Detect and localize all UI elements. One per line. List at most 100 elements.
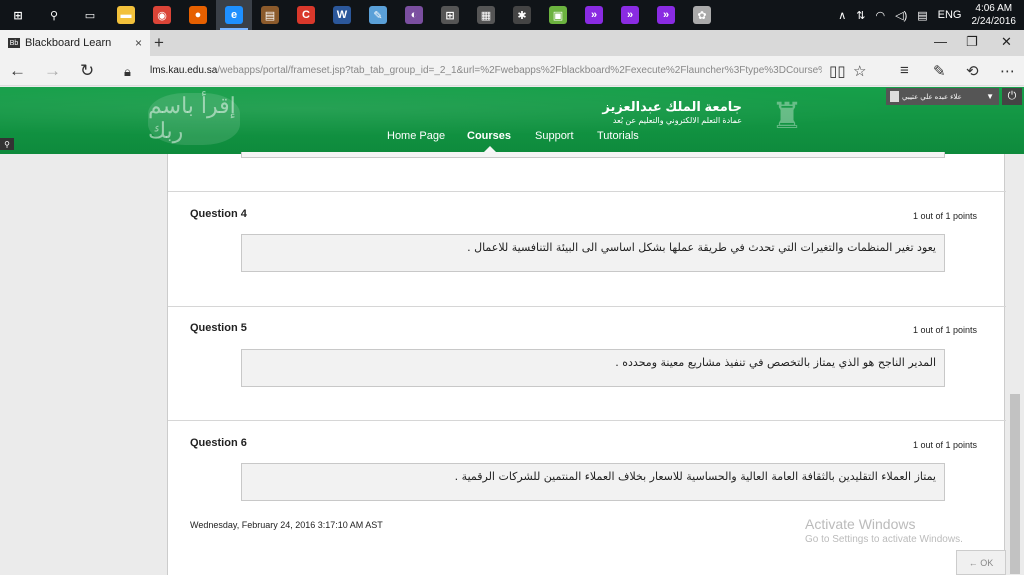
taskbar-item-app-green[interactable]: ▣: [540, 0, 576, 30]
question-5-text: المدير الناجح هو الذي يمتاز بالتخصص في ت…: [615, 356, 936, 369]
file-explorer-icon: ▬: [117, 6, 135, 24]
ok-button[interactable]: ← OK: [956, 550, 1006, 575]
taskbar-item-search[interactable]: ⚲: [36, 0, 72, 30]
language-indicator[interactable]: ENG: [938, 9, 962, 21]
tab-blackboard[interactable]: Bb Blackboard Learn ×: [0, 30, 150, 56]
taskbar-item-app-play-1[interactable]: »: [576, 0, 612, 30]
url-path: /webapps/portal/frameset.jsp?tab_tab_gro…: [217, 65, 822, 76]
question-5-title: Question 5: [190, 322, 247, 334]
tab-close-icon[interactable]: ×: [135, 36, 142, 50]
clock-time: 4:06 AM: [975, 3, 1013, 14]
taskbar-item-calculator[interactable]: ▦: [468, 0, 504, 30]
caret-down-icon: ▼: [986, 92, 994, 101]
test-results-content: Question 4 1 out of 1 points يعود تغير ا…: [167, 152, 1006, 575]
blackboard-header: إقرأ باسم ربك جامعة الملك عبدالعزيز عماد…: [0, 87, 1024, 154]
notepad-icon: ✎: [369, 6, 387, 24]
question-6-text: يمتاز العملاء التقليدين بالثقافة العامة …: [454, 470, 936, 483]
url-input[interactable]: lms.kau.edu.sa/webapps/portal/frameset.j…: [150, 65, 822, 76]
question-divider: [168, 191, 1006, 192]
question-5-box: المدير الناجح هو الذي يمتاز بالتخصص في ت…: [241, 349, 945, 387]
activate-windows-title: Activate Windows: [805, 516, 916, 532]
question-4-points: 1 out of 1 points: [912, 211, 977, 221]
taskbar-item-app-purple[interactable]: ◐: [396, 0, 432, 30]
question-6-points: 1 out of 1 points: [912, 440, 977, 450]
taskbar-item-app-paint[interactable]: ✿: [684, 0, 720, 30]
restore-button[interactable]: ❐: [966, 34, 978, 50]
taskbar-item-word[interactable]: W: [324, 0, 360, 30]
window-close-button[interactable]: ✕: [1001, 34, 1012, 50]
notification-icon[interactable]: ▤: [917, 9, 927, 22]
ccleaner-icon: C: [297, 6, 315, 24]
taskbar-item-app-pinwheel[interactable]: ✱: [504, 0, 540, 30]
network-icon[interactable]: ⇅: [856, 9, 865, 22]
web-note-icon[interactable]: ✎: [933, 62, 946, 80]
address-bar: ← → ↻ 🔒︎ lms.kau.edu.sa/webapps/portal/f…: [0, 56, 1024, 86]
volume-icon[interactable]: ◁): [895, 9, 907, 22]
minimize-button[interactable]: —: [934, 34, 947, 49]
nav-courses[interactable]: Courses: [467, 130, 511, 142]
app-play-icon-1: »: [585, 6, 603, 24]
share-icon[interactable]: ⟲: [966, 62, 979, 80]
app-play-icon-3: »: [657, 6, 675, 24]
quran-calligraphy-logo: إقرأ باسم ربك: [148, 93, 240, 145]
task-view-icon: ▭: [81, 6, 99, 24]
more-icon[interactable]: ⋯: [1000, 62, 1015, 80]
clock-date: 2/24/2016: [971, 16, 1017, 27]
question-divider: [168, 306, 1006, 307]
favorite-star-icon[interactable]: ☆: [853, 62, 866, 80]
chevron-up-icon[interactable]: ∧: [838, 9, 846, 22]
tab-title: Blackboard Learn: [25, 37, 112, 49]
windows-start-icon: ⊞: [9, 6, 27, 24]
edge-icon: e: [225, 6, 243, 24]
university-brand[interactable]: جامعة الملك عبدالعزيز عمادة التعلم الالك…: [556, 99, 742, 125]
activate-windows-subtitle: Go to Settings to activate Windows.: [805, 534, 963, 545]
taskbar-item-chrome[interactable]: ◉: [144, 0, 180, 30]
taskbar-item-edge[interactable]: e: [216, 0, 252, 30]
taskbar-item-notepad[interactable]: ✎: [360, 0, 396, 30]
question-4-title: Question 4: [190, 208, 247, 220]
link-icon[interactable]: ⚲: [0, 138, 14, 150]
wifi-icon[interactable]: ◠: [876, 9, 886, 22]
question-6-title: Question 6: [190, 437, 247, 449]
new-tab-button[interactable]: +: [154, 33, 164, 53]
submission-timestamp: Wednesday, February 24, 2016 3:17:10 AM …: [190, 520, 383, 530]
chrome-icon: ◉: [153, 6, 171, 24]
nav-tutorials[interactable]: Tutorials: [597, 130, 639, 142]
nav-home-page[interactable]: Home Page: [387, 130, 445, 142]
back-arrow-icon[interactable]: ←: [9, 61, 26, 81]
blackboard-favicon-icon: Bb: [8, 38, 20, 48]
search-icon: ⚲: [45, 6, 63, 24]
word-icon: W: [333, 6, 351, 24]
app-purple-icon: ◐: [405, 6, 423, 24]
taskbar-item-task-view[interactable]: ▭: [72, 0, 108, 30]
question-5-points: 1 out of 1 points: [912, 325, 977, 335]
university-emblem-icon: ♜: [770, 95, 804, 136]
reading-view-icon[interactable]: ▯▯: [829, 62, 846, 80]
system-tray: ∧ ⇅ ◠ ◁) ▤ ENG 4:06 AM 2/24/2016: [833, 0, 1024, 30]
refresh-icon[interactable]: ↻: [80, 61, 94, 81]
user-menu[interactable]: علاء عبده علي عتيبي ▼: [886, 88, 999, 105]
taskbar-item-app-play-3[interactable]: »: [648, 0, 684, 30]
hub-icon[interactable]: ≡: [900, 62, 909, 79]
taskbar-item-firefox[interactable]: ●: [180, 0, 216, 30]
store-icon: ⊞: [441, 6, 459, 24]
nav-support[interactable]: Support: [535, 130, 574, 142]
scrollbar-thumb[interactable]: [1010, 394, 1020, 574]
app-pinwheel-icon: ✱: [513, 6, 531, 24]
clock[interactable]: 4:06 AM 2/24/2016: [972, 2, 1017, 28]
university-name: جامعة الملك عبدالعزيز: [602, 99, 742, 114]
browser-tab-bar: Bb Blackboard Learn × + — ❐ ✕: [0, 30, 1024, 56]
winrar-icon: ▤: [261, 6, 279, 24]
logout-power-icon[interactable]: ⏻: [1002, 88, 1022, 105]
lock-icon: 🔒︎: [124, 64, 131, 79]
taskbar-item-ccleaner[interactable]: C: [288, 0, 324, 30]
deanship-name: عمادة التعلم الالكتروني والتعليم عن بُعد: [612, 116, 742, 125]
url-host: lms.kau.edu.sa: [150, 65, 218, 76]
taskbar-item-windows-start[interactable]: ⊞: [0, 0, 36, 30]
taskbar-item-store[interactable]: ⊞: [432, 0, 468, 30]
taskbar-item-app-play-2[interactable]: »: [612, 0, 648, 30]
taskbar-item-file-explorer[interactable]: ▬: [108, 0, 144, 30]
taskbar-item-winrar[interactable]: ▤: [252, 0, 288, 30]
forward-arrow-icon[interactable]: →: [44, 61, 61, 81]
page-scrollbar[interactable]: [1006, 154, 1024, 575]
